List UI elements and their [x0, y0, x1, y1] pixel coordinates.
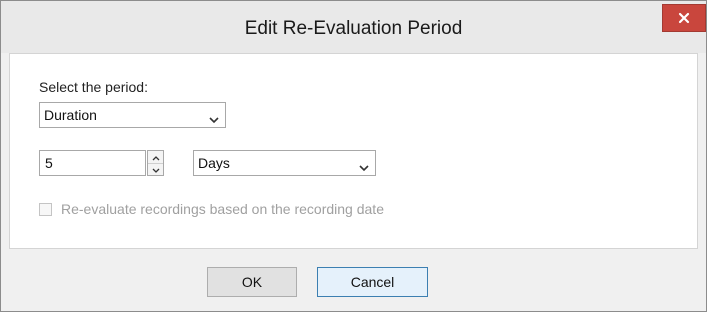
period-select-value: Duration: [44, 107, 97, 123]
cancel-button[interactable]: Cancel: [317, 267, 428, 297]
period-select[interactable]: Duration: [39, 102, 226, 128]
dialog-title: Edit Re-Evaluation Period: [244, 18, 463, 39]
chevron-down-icon: [209, 111, 219, 127]
reevaluate-checkbox-label: Re-evaluate recordings based on the reco…: [61, 201, 384, 217]
unit-select-value: Days: [198, 155, 230, 171]
spin-down-icon: [152, 160, 160, 178]
chevron-down-icon: [359, 159, 369, 175]
duration-spinner: [147, 150, 164, 176]
close-icon: [678, 12, 690, 24]
period-label: Select the period:: [39, 79, 148, 95]
reevaluate-checkbox[interactable]: [39, 203, 52, 216]
title-bar: Edit Re-Evaluation Period: [1, 1, 706, 53]
close-button[interactable]: [662, 4, 706, 32]
dialog-window: Edit Re-Evaluation Period Select the per…: [0, 0, 707, 312]
duration-input[interactable]: 5: [39, 150, 146, 176]
spin-down-button[interactable]: [148, 163, 163, 175]
duration-value: 5: [45, 155, 53, 171]
unit-select[interactable]: Days: [193, 150, 376, 176]
ok-button[interactable]: OK: [207, 267, 297, 297]
